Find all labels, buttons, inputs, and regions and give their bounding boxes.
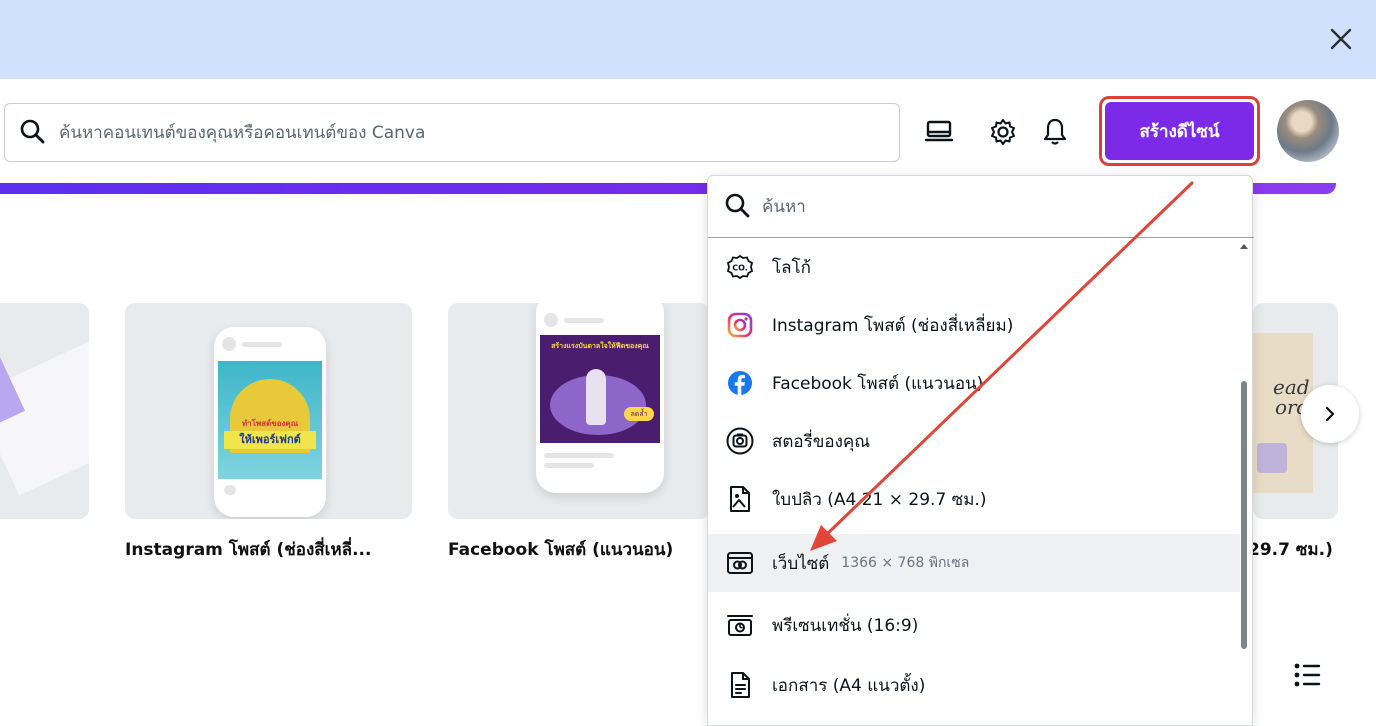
dropdown-search-placeholder: ค้นหา bbox=[762, 197, 806, 217]
menu-item-label: สตอรี่ของคุณ bbox=[772, 431, 871, 452]
template-card-instagram[interactable]: ทำโพสต์ของคุณ ให้เพอร์เฟกต์ bbox=[125, 303, 412, 519]
create-design-button[interactable]: สร้างดีไซน์ bbox=[1105, 102, 1254, 160]
search-icon bbox=[724, 192, 750, 222]
card-label[interactable]: Facebook โพสต์ (แนวนอน) bbox=[448, 536, 673, 563]
dropdown-scrollbar[interactable] bbox=[1241, 381, 1247, 649]
card-art-text: ลดล้ำ bbox=[624, 407, 654, 421]
desktop-icon[interactable] bbox=[922, 115, 956, 149]
website-icon bbox=[726, 549, 754, 577]
menu-item-size: 1366 × 768 พิกเซล bbox=[841, 555, 970, 571]
dropdown-search-input[interactable]: ค้นหา bbox=[708, 176, 1254, 238]
menu-item-label: ใบปลิว (A4 21 × 29.7 ซม.) bbox=[772, 489, 987, 510]
top-banner bbox=[0, 0, 1376, 79]
menu-item-label: เอกสาร (A4 แนวตั้ง) bbox=[772, 675, 926, 696]
menu-item-story[interactable]: สตอรี่ของคุณ bbox=[708, 412, 1240, 470]
document-icon bbox=[726, 671, 754, 699]
template-card-partial-left[interactable] bbox=[0, 303, 89, 519]
gear-icon[interactable] bbox=[986, 115, 1020, 149]
menu-item-document[interactable]: เอกสาร (A4 แนวตั้ง) bbox=[708, 656, 1240, 714]
menu-item-presentation[interactable]: พรีเซนเทชั่น (16:9) bbox=[708, 596, 1240, 654]
menu-item-label: Facebook โพสต์ (แนวนอน) bbox=[772, 373, 984, 394]
avatar[interactable] bbox=[1277, 100, 1339, 162]
list-view-icon[interactable] bbox=[1293, 662, 1323, 688]
search-placeholder: ค้นหาคอนเทนต์ของคุณหรือคอนเทนต์ของ Canva bbox=[59, 123, 426, 143]
menu-item-label: เว็บไซต์ bbox=[772, 553, 830, 574]
card-art-text: ทำโพสต์ของคุณ bbox=[241, 419, 299, 428]
template-card-facebook[interactable]: สร้างแรงบันดาลใจให้ฟีดของคุณ ลดล้ำ bbox=[448, 303, 710, 519]
search-input[interactable]: ค้นหาคอนเทนต์ของคุณหรือคอนเทนต์ของ Canva bbox=[4, 103, 900, 162]
close-icon[interactable] bbox=[1324, 22, 1358, 56]
facebook-icon bbox=[726, 369, 754, 397]
menu-item-label: Instagram โพสต์ (ช่องสี่เหลี่ยม) bbox=[772, 315, 1014, 336]
presentation-icon bbox=[726, 611, 754, 639]
carousel-next-button[interactable] bbox=[1301, 385, 1359, 443]
logo-icon: CO. bbox=[726, 253, 754, 281]
card-label[interactable]: Instagram โพสต์ (ช่องสี่เหลี่... bbox=[125, 536, 371, 563]
scroll-up-arrow[interactable] bbox=[1240, 244, 1248, 249]
card-art-text: สร้างแรงบันดาลใจให้ฟีดของคุณ bbox=[551, 342, 649, 350]
card-label[interactable]: 29.7 ซม.) bbox=[1248, 536, 1333, 563]
menu-item-instagram-post[interactable]: Instagram โพสต์ (ช่องสี่เหลี่ยม) bbox=[708, 296, 1240, 354]
menu-item-website[interactable]: เว็บไซต์ 1366 × 768 พิกเซล bbox=[708, 534, 1240, 592]
chevron-right-icon bbox=[1325, 406, 1335, 422]
svg-text:CO.: CO. bbox=[732, 264, 748, 273]
story-icon bbox=[726, 427, 754, 455]
bell-icon[interactable] bbox=[1038, 115, 1072, 149]
menu-item-label: พรีเซนเทชั่น (16:9) bbox=[772, 615, 919, 636]
create-design-highlight: สร้างดีไซน์ bbox=[1099, 96, 1260, 166]
menu-item-facebook-post[interactable]: Facebook โพสต์ (แนวนอน) bbox=[708, 354, 1240, 412]
menu-item-label: โลโก้ bbox=[772, 257, 811, 278]
menu-item-logo[interactable]: CO. โลโก้ bbox=[708, 238, 1240, 296]
flyer-icon bbox=[726, 485, 754, 513]
search-icon bbox=[19, 118, 45, 148]
header-bar: ค้นหาคอนเทนต์ของคุณหรือคอนเทนต์ของ Canva… bbox=[0, 79, 1376, 189]
menu-item-flyer[interactable]: ใบปลิว (A4 21 × 29.7 ซม.) bbox=[708, 470, 1240, 528]
instagram-icon bbox=[726, 311, 754, 339]
card-art-text: ให้เพอร์เฟกต์ bbox=[224, 431, 316, 449]
create-design-dropdown: ค้นหา CO. โลโก้ Instagram โพสต์ (ช่องสี่… bbox=[707, 175, 1254, 726]
